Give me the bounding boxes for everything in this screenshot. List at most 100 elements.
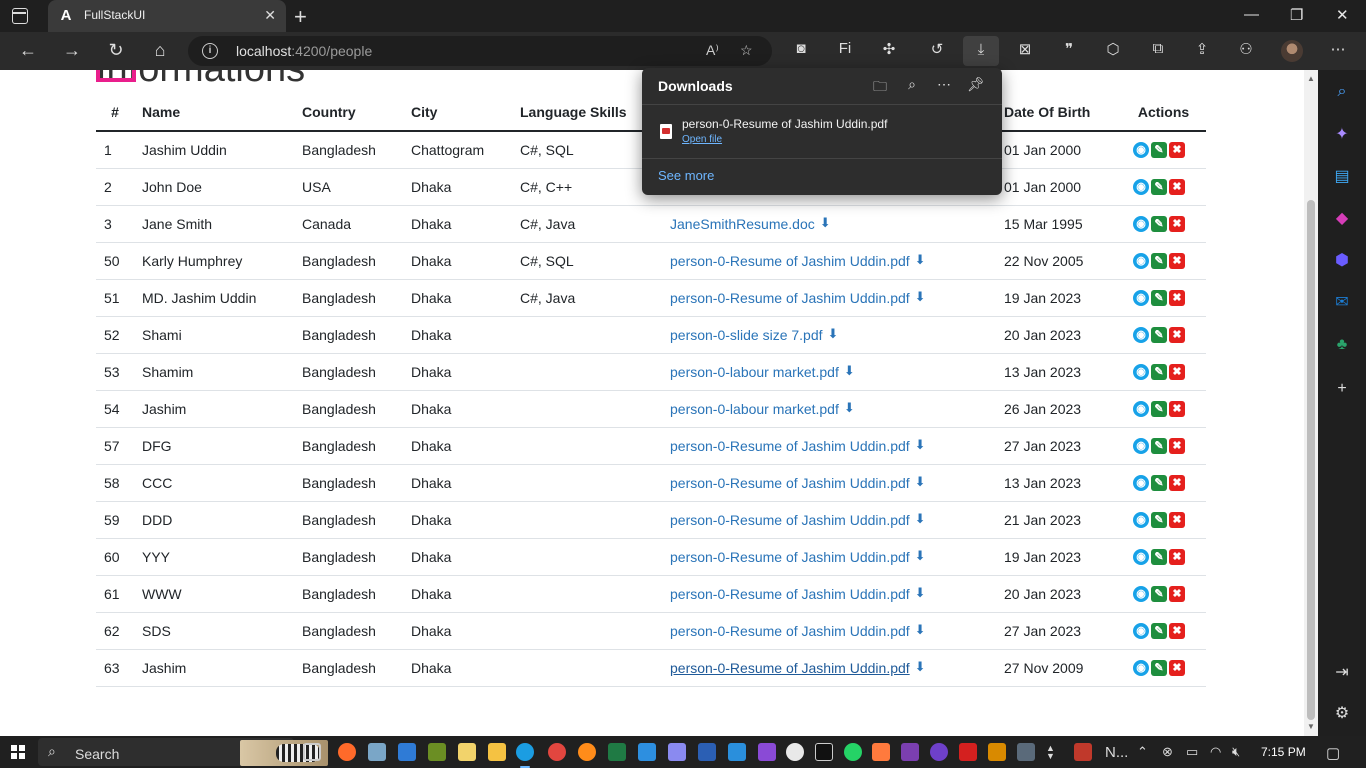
- file-download-link[interactable]: person-0-Resume of Jashim Uddin.pdf: [670, 659, 927, 676]
- file-download-link[interactable]: person-0-Resume of Jashim Uddin.pdf: [670, 437, 927, 454]
- add-sidebar-app-icon[interactable]: +: [1332, 379, 1352, 399]
- info-icon[interactable]: i: [202, 43, 218, 59]
- forward-icon[interactable]: →: [61, 40, 83, 61]
- file-download-link[interactable]: person-0-labour market.pdf: [670, 400, 856, 417]
- file-explorer-icon[interactable]: [488, 743, 506, 761]
- view-icon[interactable]: ◉: [1133, 474, 1149, 491]
- acrobat-icon[interactable]: [959, 743, 977, 761]
- edit-icon[interactable]: ✎: [1151, 252, 1167, 269]
- quote-icon[interactable]: ❞: [1058, 40, 1080, 58]
- edit-icon[interactable]: ✎: [1151, 141, 1167, 158]
- home-icon[interactable]: ⌂: [149, 40, 171, 61]
- tab-actions-icon[interactable]: [12, 8, 28, 24]
- file-download-link[interactable]: person-0-Resume of Jashim Uddin.pdf: [670, 252, 927, 269]
- notifications-icon[interactable]: ▢: [1326, 744, 1340, 762]
- volume-icon[interactable]: 🔇︎: [1232, 744, 1240, 760]
- app-icon[interactable]: [901, 743, 919, 761]
- scroll-down-arrow[interactable]: ▼: [1307, 722, 1315, 731]
- extensions-icon[interactable]: ✣: [878, 40, 900, 58]
- edit-icon[interactable]: ✎: [1151, 215, 1167, 232]
- delete-icon[interactable]: ✖: [1169, 548, 1185, 565]
- edit-icon[interactable]: ✎: [1151, 178, 1167, 195]
- delete-icon[interactable]: ✖: [1169, 474, 1185, 491]
- edit-icon[interactable]: ✎: [1151, 474, 1167, 491]
- file-download-link[interactable]: person-0-Resume of Jashim Uddin.pdf: [670, 585, 927, 602]
- delete-icon[interactable]: ✖: [1169, 659, 1185, 676]
- app-icon[interactable]: ⊗: [1162, 744, 1173, 760]
- address-bar[interactable]: i localhost:4200/people A⁾ ☆: [188, 36, 772, 66]
- office-icon[interactable]: ⬢: [1332, 251, 1352, 271]
- view-icon[interactable]: ◉: [1133, 511, 1149, 528]
- tree-icon[interactable]: ♣: [1332, 335, 1352, 355]
- view-icon[interactable]: ◉: [1133, 215, 1149, 232]
- app-icon[interactable]: [872, 743, 890, 761]
- new-tab-icon[interactable]: +: [294, 4, 307, 30]
- app-icon[interactable]: [428, 743, 446, 761]
- delete-icon[interactable]: ✖: [1169, 289, 1185, 306]
- view-icon[interactable]: ◉: [1133, 178, 1149, 195]
- downloads-icon[interactable]: ⤓: [963, 36, 999, 66]
- delete-icon[interactable]: ✖: [1169, 622, 1185, 639]
- delete-icon[interactable]: ✖: [1169, 252, 1185, 269]
- app-icon[interactable]: [368, 743, 386, 761]
- view-icon[interactable]: ◉: [1133, 622, 1149, 639]
- pin-icon[interactable]: 📌︎: [966, 76, 986, 93]
- read-aloud-icon[interactable]: A⁾: [706, 42, 719, 59]
- delete-icon[interactable]: ✖: [1169, 363, 1185, 380]
- more-options-icon[interactable]: ⋯: [934, 76, 954, 93]
- file-download-link[interactable]: JaneSmithResume.doc: [670, 215, 832, 232]
- outlook-icon[interactable]: ✉: [1332, 293, 1352, 313]
- vscode-icon[interactable]: [728, 743, 746, 761]
- view-icon[interactable]: ◉: [1133, 659, 1149, 676]
- firefox-icon[interactable]: [578, 743, 596, 761]
- edge-icon[interactable]: [516, 743, 534, 768]
- scroll-thumb[interactable]: [1307, 200, 1315, 720]
- close-window-icon[interactable]: ✕: [1336, 6, 1349, 24]
- delete-icon[interactable]: ✖: [1169, 437, 1185, 454]
- collections-icon[interactable]: ⧉: [1147, 40, 1169, 57]
- scroll-up-arrow[interactable]: ▲: [1307, 74, 1315, 83]
- edit-icon[interactable]: ✎: [1151, 511, 1167, 528]
- app-icon[interactable]: [988, 743, 1006, 761]
- view-icon[interactable]: ◉: [1133, 548, 1149, 565]
- delete-icon[interactable]: ✖: [1169, 400, 1185, 417]
- view-icon[interactable]: ◉: [1133, 363, 1149, 380]
- edit-icon[interactable]: ✎: [1151, 363, 1167, 380]
- copilot-icon[interactable]: ✦: [1332, 125, 1352, 145]
- edit-icon[interactable]: ✎: [1151, 326, 1167, 343]
- visual-studio-icon[interactable]: [758, 743, 776, 761]
- app-icon[interactable]: [1074, 743, 1092, 761]
- url-text[interactable]: localhost:4200/people: [236, 43, 372, 59]
- restore-icon[interactable]: ❐: [1290, 6, 1303, 24]
- edit-icon[interactable]: ✎: [1151, 585, 1167, 602]
- more-menu-icon[interactable]: ⋯: [1327, 40, 1349, 58]
- delete-icon[interactable]: ✖: [1169, 215, 1185, 232]
- open-folder-icon[interactable]: 🗀: [870, 76, 890, 100]
- view-icon[interactable]: ◉: [1133, 326, 1149, 343]
- open-file-link[interactable]: Open file: [682, 134, 722, 145]
- page-scrollbar[interactable]: ▲ ▼: [1304, 70, 1318, 736]
- file-download-link[interactable]: person-0-Resume of Jashim Uddin.pdf: [670, 289, 927, 306]
- view-icon[interactable]: ◉: [1133, 289, 1149, 306]
- delete-icon[interactable]: ✖: [1169, 141, 1185, 158]
- math-solver-icon[interactable]: ⊠: [1014, 40, 1036, 58]
- delete-icon[interactable]: ✖: [1169, 585, 1185, 602]
- search-icon[interactable]: ⌕: [1332, 82, 1352, 102]
- view-icon[interactable]: ◉: [1133, 585, 1149, 602]
- hide-sidebar-icon[interactable]: ⇥: [1332, 663, 1352, 683]
- edit-icon[interactable]: ✎: [1151, 437, 1167, 454]
- app-icon[interactable]: [786, 743, 804, 761]
- shopping-icon[interactable]: ▤: [1332, 167, 1352, 187]
- share-icon[interactable]: ⇪: [1191, 40, 1213, 58]
- file-download-link[interactable]: person-0-Resume of Jashim Uddin.pdf: [670, 474, 927, 491]
- see-more-link[interactable]: See more: [658, 168, 714, 183]
- file-download-link[interactable]: person-0-Resume of Jashim Uddin.pdf: [670, 548, 927, 565]
- notepad-icon[interactable]: [458, 743, 476, 761]
- history-icon[interactable]: ↺: [926, 40, 948, 58]
- edit-icon[interactable]: ✎: [1151, 289, 1167, 306]
- show-hidden-icons[interactable]: ⌃: [1137, 744, 1148, 760]
- app-icon[interactable]: [338, 743, 356, 761]
- profile-avatar[interactable]: [1281, 40, 1303, 62]
- keyboard-icon[interactable]: [1017, 743, 1035, 761]
- file-download-link[interactable]: person-0-Resume of Jashim Uddin.pdf: [670, 622, 927, 639]
